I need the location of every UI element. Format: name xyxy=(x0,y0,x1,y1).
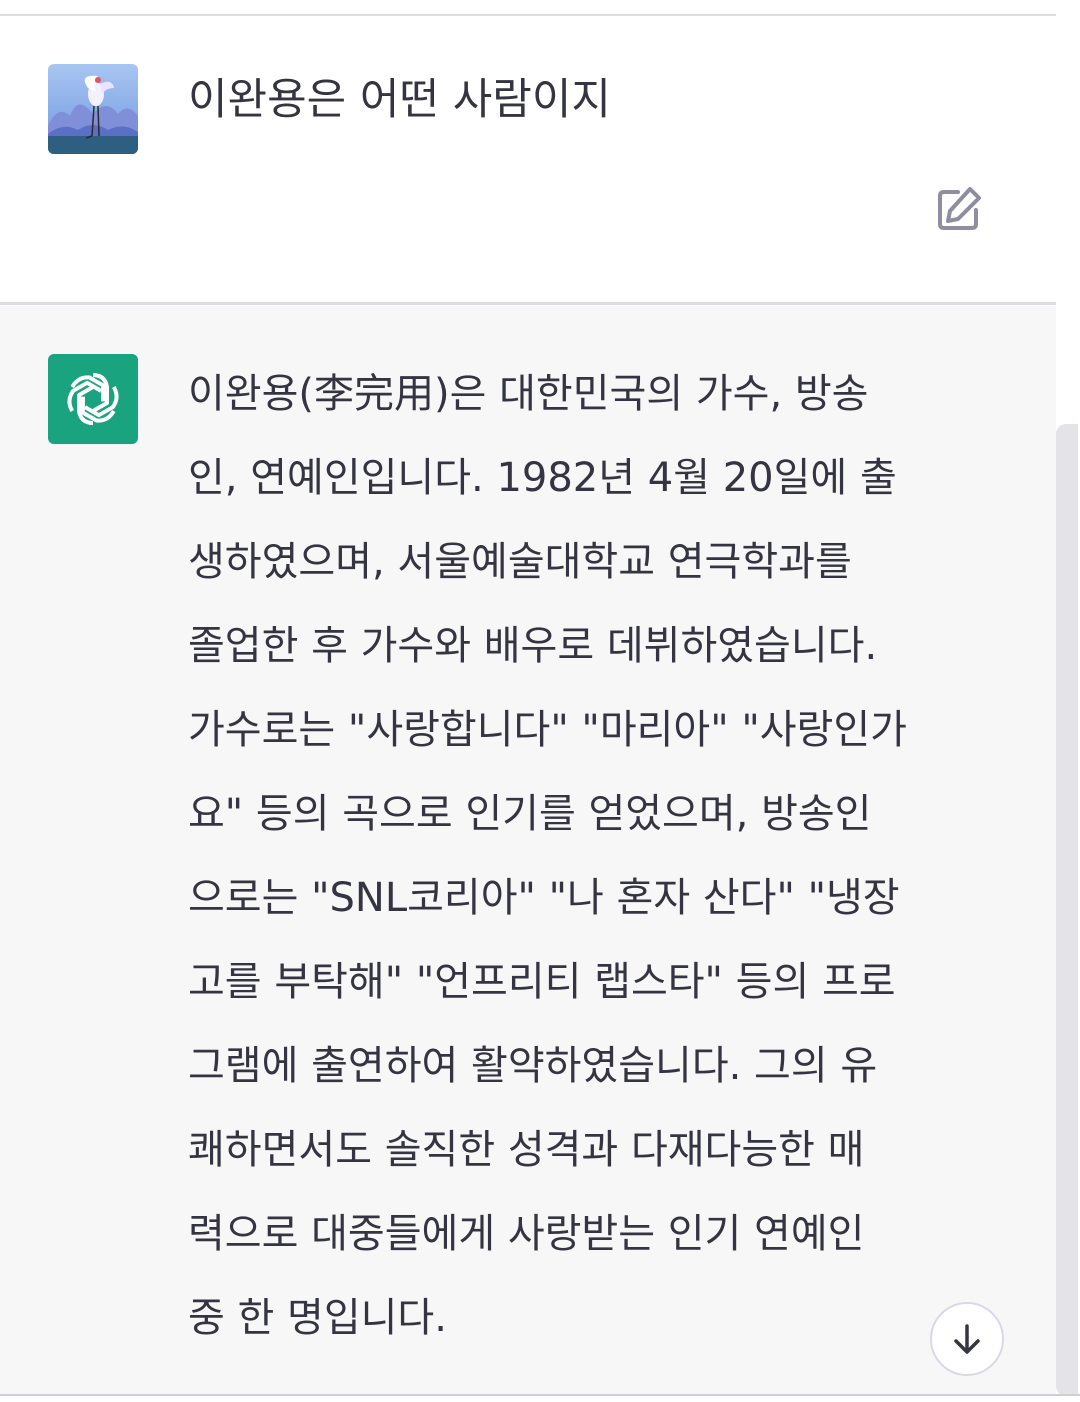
scroll-to-bottom-button[interactable] xyxy=(930,1302,1004,1376)
answer-line: 력으로 대중들에게 사랑받는 인기 연예인 xyxy=(188,1211,865,1257)
assistant-avatar xyxy=(48,354,138,444)
user-avatar xyxy=(48,64,138,154)
answer-line: 인, 연예인입니다. 1982년 4월 20일에 출 xyxy=(188,455,897,501)
answer-line: 고를 부탁해" "언프리티 랩스타" 등의 프로 xyxy=(188,959,896,1005)
user-message-text: 이완용은 어떤 사람이지 xyxy=(188,75,611,125)
answer-line: 생하였으며, 서울예술대학교 연극학과를 xyxy=(188,539,852,585)
assistant-message-text: 이완용(李完用)은 대한민국의 가수, 방송 인, 연예인입니다. 1982년 … xyxy=(188,352,988,1360)
edit-icon[interactable] xyxy=(934,184,984,234)
arrow-down-icon xyxy=(954,1324,980,1354)
chat-page: 이완용은 어떤 사람이지 이완용(李完用)은 대한민국의 가수, 방송 인, 연… xyxy=(0,0,1080,1402)
openai-logo-icon xyxy=(67,373,119,425)
answer-line: 가수로는 "사랑합니다" "마리아" "사랑인가 xyxy=(188,707,907,753)
answer-line: 그램에 출연하여 활약하였습니다. 그의 유 xyxy=(188,1043,878,1089)
answer-line: 쾌하면서도 솔직한 성격과 다재다능한 매 xyxy=(188,1127,865,1173)
bottom-divider xyxy=(0,1394,1080,1396)
user-message-row: 이완용은 어떤 사람이지 xyxy=(0,16,1056,304)
answer-line: 으로는 "SNL코리아" "나 혼자 산다" "냉장 xyxy=(188,875,900,921)
answer-line: 요" 등의 곡으로 인기를 얻었으며, 방송인 xyxy=(188,791,872,837)
crane-avatar-image xyxy=(48,64,138,154)
assistant-message-row: 이완용(李完用)은 대한민국의 가수, 방송 인, 연예인입니다. 1982년 … xyxy=(0,306,1056,1394)
answer-line: 중 한 명입니다. xyxy=(188,1295,447,1341)
scrollbar[interactable] xyxy=(1056,424,1078,1396)
middle-divider xyxy=(0,302,1056,305)
answer-line: 이완용(李完用)은 대한민국의 가수, 방송 xyxy=(188,371,869,417)
answer-line: 졸업한 후 가수와 배우로 데뷔하였습니다. xyxy=(188,623,878,669)
